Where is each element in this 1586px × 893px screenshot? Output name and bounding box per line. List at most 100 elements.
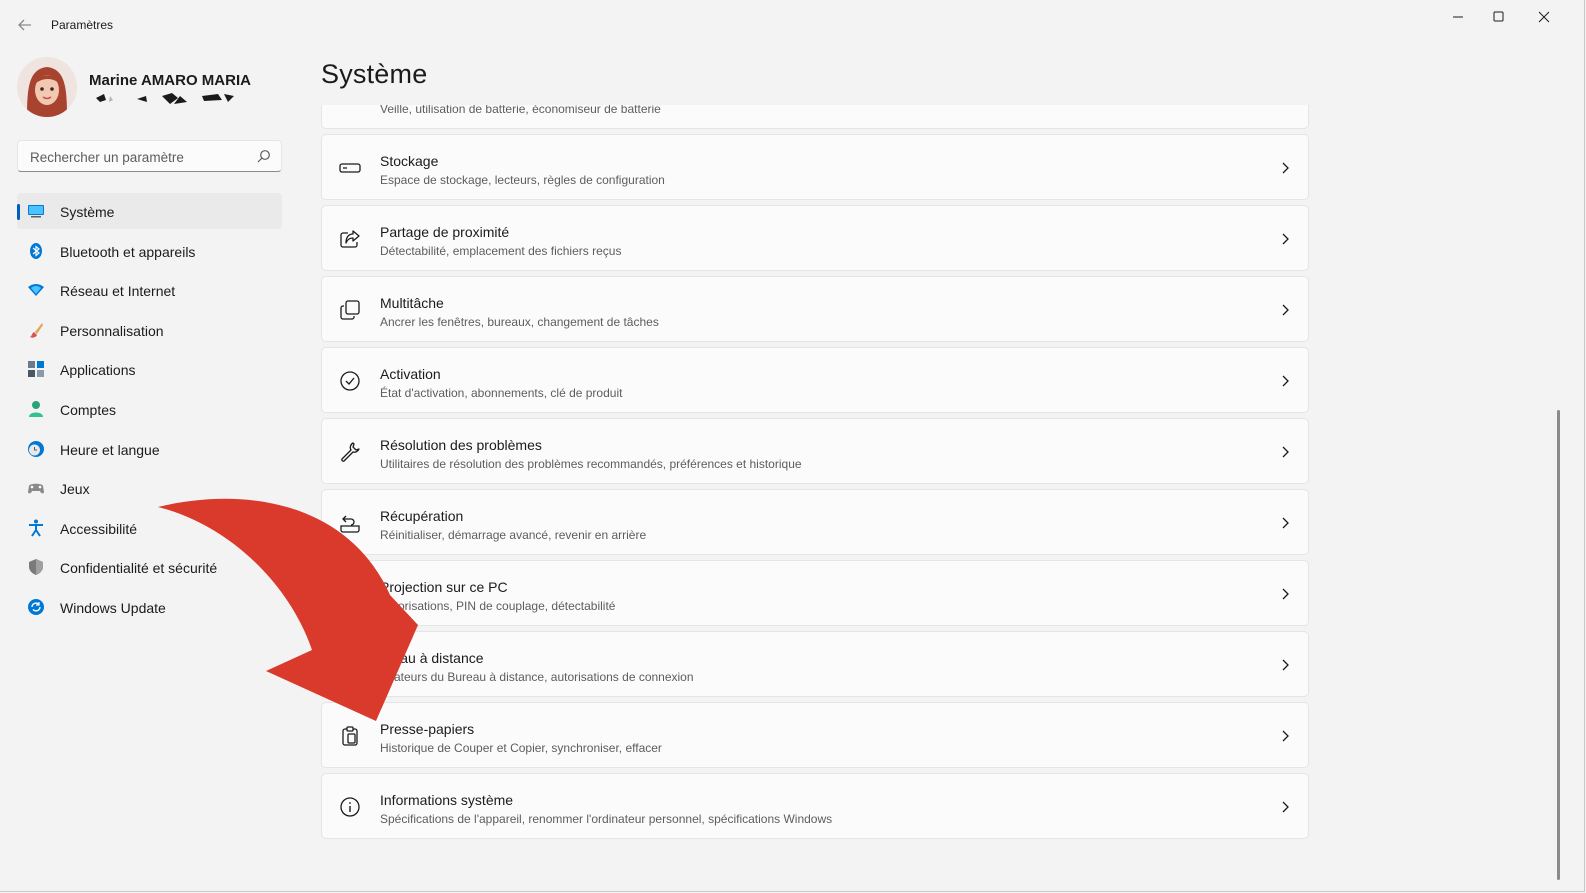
sidebar-item-label: Réseau et Internet — [60, 283, 176, 300]
settings-card-stockage[interactable]: Stockage Espace de stockage, lecteurs, r… — [321, 134, 1309, 200]
chevron-right-icon — [1282, 730, 1289, 742]
card-subtitle: Utilitaires de résolution des problèmes … — [380, 457, 802, 471]
card-subtitle: Réinitialiser, démarrage avancé, revenir… — [380, 528, 647, 542]
sidebar-item-confidentialite[interactable]: Confidentialité et sécurité — [17, 549, 282, 585]
system-icon — [28, 205, 44, 218]
multitask-icon — [340, 300, 360, 320]
sidebar-item-heure-langue[interactable]: Heure et langue — [17, 431, 282, 467]
sidebar-item-applications[interactable]: Applications — [17, 351, 282, 387]
sidebar-item-jeux[interactable]: Jeux — [17, 470, 282, 506]
sidebar-item-label: Jeux — [60, 481, 90, 498]
sidebar-item-comptes[interactable]: Comptes — [17, 391, 282, 427]
avatar[interactable] — [17, 57, 77, 117]
settings-card-multitache[interactable]: Multitâche Ancrer les fenêtres, bureaux,… — [321, 276, 1309, 342]
card-title: Presse-papiers — [380, 721, 475, 737]
info-icon — [340, 797, 360, 817]
avatar-image — [17, 57, 77, 117]
maximize-icon — [1493, 11, 1504, 22]
card-subtitle: ilisateurs du Bureau à distance, autoris… — [380, 670, 694, 684]
storage-icon — [339, 163, 361, 173]
card-subtitle: Veille, utilisation de batterie, économi… — [380, 105, 661, 116]
settings-card-partage-proximite[interactable]: Partage de proximité Détectabilité, empl… — [321, 205, 1309, 271]
chevron-right-icon — [1282, 801, 1289, 813]
chevron-right-icon — [1282, 233, 1289, 245]
chevron-right-icon — [1282, 659, 1289, 671]
card-subtitle: Ancrer les fenêtres, bureaux, changement… — [380, 315, 659, 329]
sidebar-item-reseau[interactable]: Réseau et Internet — [17, 272, 282, 308]
settings-card-recuperation[interactable]: Récupération Réinitialiser, démarrage av… — [321, 489, 1309, 555]
card-title: Projection sur ce PC — [380, 579, 508, 595]
accessibility-icon — [29, 519, 43, 537]
card-subtitle: Détectabilité, emplacement des fichiers … — [380, 244, 622, 258]
apps-icon — [28, 361, 44, 378]
window-title: Paramètres — [51, 18, 114, 32]
chevron-right-icon — [1282, 517, 1289, 529]
brush-icon — [30, 322, 43, 338]
chevron-right-icon — [1282, 588, 1289, 600]
check-circle-icon — [340, 371, 360, 391]
settings-card-activation[interactable]: Activation État d'activation, abonnement… — [321, 347, 1309, 413]
settings-window: Paramètres Marine AMARO MARIA Rechercher… — [0, 0, 1585, 892]
card-title: ureau à distance — [380, 650, 484, 666]
arrow-left-icon — [18, 19, 31, 31]
close-button[interactable] — [1538, 6, 1582, 30]
sidebar-item-label: Heure et langue — [60, 441, 160, 458]
sidebar-item-label: Accessibilité — [60, 520, 138, 537]
settings-list: Veille, utilisation de batterie, économi… — [321, 105, 1311, 892]
sidebar-item-label: Confidentialité et sécurité — [60, 560, 218, 577]
close-icon — [1538, 11, 1550, 23]
recovery-icon — [340, 515, 360, 533]
shield-icon — [29, 559, 43, 576]
card-title: Activation — [380, 366, 441, 382]
wrench-icon — [341, 442, 360, 462]
title-bar: Paramètres — [0, 0, 1584, 50]
sidebar-item-systeme[interactable]: Système — [17, 193, 282, 229]
card-title: Multitâche — [380, 295, 444, 311]
settings-card-bureau-distance[interactable]: ureau à distance ilisateurs du Bureau à … — [321, 631, 1309, 697]
card-subtitle: Spécifications de l'appareil, renommer l… — [380, 812, 833, 826]
sidebar-item-windows-update[interactable]: Windows Update — [17, 589, 282, 625]
account-icon — [29, 400, 43, 417]
maximize-button[interactable] — [1493, 6, 1537, 30]
settings-card-projection[interactable]: Projection sur ce PC Autorisations, PIN … — [321, 560, 1309, 626]
settings-card-informations-systeme[interactable]: Informations système Spécifications de l… — [321, 773, 1309, 839]
update-icon — [28, 598, 44, 615]
clipboard-icon — [342, 726, 358, 746]
sidebar-item-label: Bluetooth et appareils — [60, 243, 196, 260]
sidebar-nav: Système Bluetooth et appareils Réseau et… — [17, 193, 282, 629]
sidebar-item-personnalisation[interactable]: Personnalisation — [17, 312, 282, 348]
card-subtitle: Espace de stockage, lecteurs, règles de … — [380, 173, 665, 187]
card-subtitle: Autorisations, PIN de couplage, détectab… — [380, 599, 616, 613]
card-subtitle: Historique de Couper et Copier, synchron… — [380, 741, 662, 755]
chevron-right-icon — [1282, 375, 1289, 387]
back-button[interactable] — [14, 15, 36, 35]
settings-card-presse-papiers[interactable]: Presse-papiers Historique de Couper et C… — [321, 702, 1309, 768]
sidebar-item-bluetooth[interactable]: Bluetooth et appareils — [17, 233, 282, 269]
wifi-icon — [28, 284, 44, 297]
sidebar-item-label: Applications — [60, 362, 136, 379]
card-title: Stockage — [380, 153, 439, 169]
search-icon[interactable] — [256, 149, 271, 164]
projection-icon — [340, 586, 360, 603]
minimize-icon — [1453, 16, 1463, 18]
share-icon — [340, 230, 360, 248]
sidebar-item-label: Système — [60, 204, 115, 220]
settings-card-alimentation[interactable]: Veille, utilisation de batterie, économi… — [321, 105, 1309, 129]
clock-globe-icon — [28, 440, 44, 457]
gamepad-icon — [28, 483, 44, 494]
sidebar-item-label: Comptes — [60, 401, 117, 418]
chevron-right-icon — [1282, 304, 1289, 316]
card-title: Récupération — [380, 508, 464, 524]
redacted-email — [92, 90, 242, 108]
user-name: Marine AMARO MARIA — [89, 72, 251, 89]
search-input[interactable] — [28, 147, 252, 167]
minimize-button[interactable] — [1448, 6, 1492, 30]
sidebar-item-accessibilite[interactable]: Accessibilité — [17, 510, 282, 546]
sidebar-item-label: Windows Update — [60, 599, 166, 616]
remote-desktop-icon — [340, 657, 360, 671]
search-box[interactable] — [17, 140, 282, 172]
scrollbar-thumb[interactable] — [1557, 410, 1560, 880]
card-title: Informations système — [380, 792, 514, 808]
chevron-right-icon — [1282, 162, 1289, 174]
settings-card-resolution-problemes[interactable]: Résolution des problèmes Utilitaires de … — [321, 418, 1309, 484]
